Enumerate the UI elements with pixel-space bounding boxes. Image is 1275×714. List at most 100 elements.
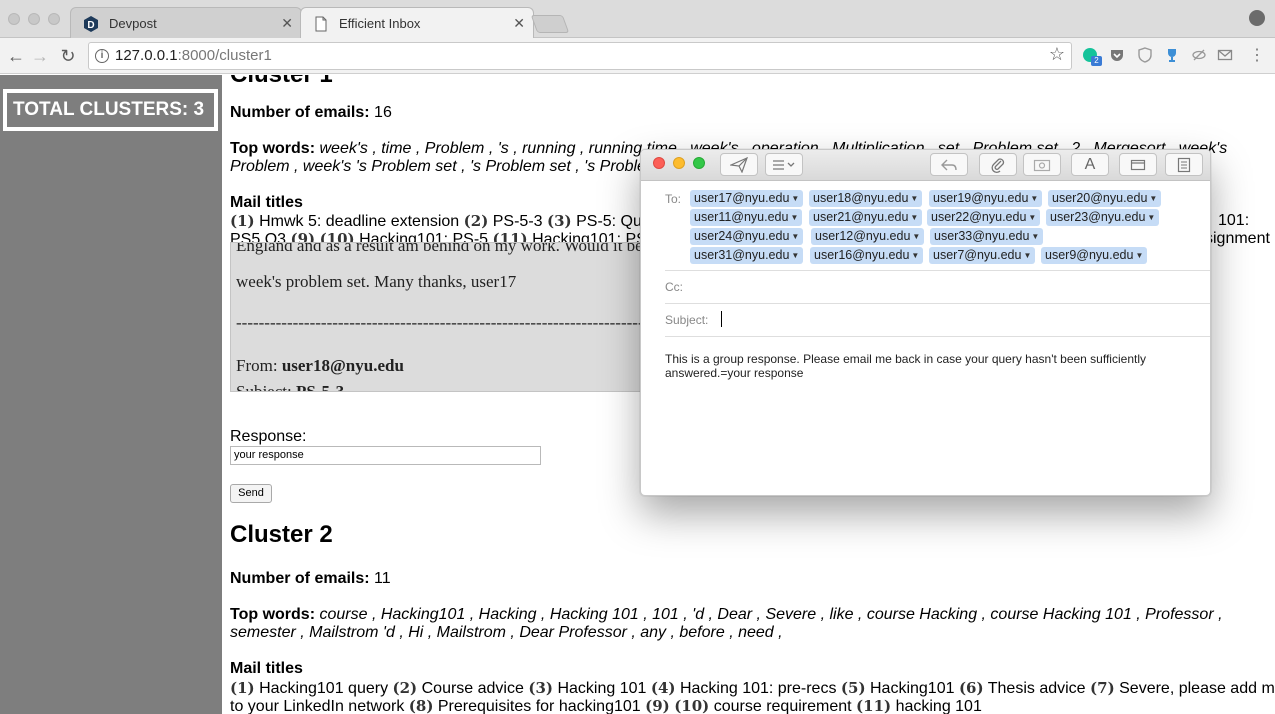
grammarly-extension-icon[interactable]: 2: [1082, 47, 1102, 66]
response-label: Response:: [230, 428, 307, 445]
shield-icon[interactable]: [1136, 47, 1154, 65]
mail-title-link[interactable]: Thesis advice: [988, 680, 1086, 697]
window-icon[interactable]: [1119, 153, 1157, 176]
mail-title-link[interactable]: to your LinkedIn network: [230, 698, 404, 714]
recipient-chip[interactable]: user21@nyu.edu ▼: [809, 209, 923, 226]
window-close-light[interactable]: [8, 13, 20, 25]
divider: [665, 303, 1210, 304]
mail-title-link[interactable]: Hacking101: [870, 680, 955, 697]
mail-title-link[interactable]: Hacking 101: [557, 680, 646, 697]
mail-title-link[interactable]: course requirement: [714, 698, 852, 714]
compose-zoom-light[interactable]: [693, 157, 705, 169]
sidebar: TOTAL CLUSTERS: 3: [0, 75, 222, 714]
cc-field[interactable]: [701, 274, 1191, 300]
recipient-chip[interactable]: user18@nyu.edu ▼: [809, 190, 923, 207]
browser-toolbar: ← → ↻ i 127.0.0.1:8000/cluster1 ☆ 2 ⋮: [0, 38, 1275, 74]
chevron-down-icon: ▼: [1031, 232, 1040, 241]
email-subject: Subject: PS-5-3: [236, 382, 345, 392]
close-tab-icon[interactable]: ✕: [281, 8, 293, 39]
mail-title-link[interactable]: PS-5-3: [493, 213, 543, 230]
tab-efficient-inbox[interactable]: Efficient Inbox ✕: [300, 7, 534, 39]
forward-icon[interactable]: →: [28, 44, 52, 68]
bookmark-star-icon[interactable]: ☆: [1049, 44, 1065, 65]
mail-title-link[interactable]: hacking 101: [896, 698, 982, 714]
reload-icon[interactable]: ↻: [56, 44, 80, 68]
mail-title-link[interactable]: Severe, please add me: [1119, 680, 1275, 697]
send-button[interactable]: Send: [230, 484, 272, 503]
reply-icon[interactable]: [930, 153, 968, 176]
tab-title: Efficient Inbox: [339, 16, 421, 31]
mail-title-link[interactable]: Hacking 101: pre-recs: [680, 680, 837, 697]
chevron-down-icon: ▼: [791, 232, 800, 241]
recipient-chip[interactable]: user22@nyu.edu ▼: [927, 209, 1041, 226]
cluster1-email-count: Number of emails: 16: [230, 104, 392, 121]
mail-title-link[interactable]: Hmwk 5: deadline extension: [259, 213, 459, 230]
recipient-chip[interactable]: user19@nyu.edu ▼: [929, 190, 1043, 207]
new-tab-button[interactable]: [530, 15, 570, 33]
svg-text:D: D: [87, 20, 94, 31]
chevron-down-icon: ▼: [790, 213, 799, 222]
subject-label: Subject:: [665, 313, 709, 327]
recipient-chip[interactable]: user23@nyu.edu ▼: [1046, 209, 1160, 226]
body-line: This is a group response. Please email m…: [665, 352, 1146, 366]
cluster2-titles-row-1: (1) Hacking101 query (2) Course advice (…: [230, 679, 1275, 698]
mail-compose-window: A To: user17@nyu.edu ▼ user18@nyu.edu ▼ us…: [640, 149, 1211, 496]
chevron-down-icon: ▼: [1023, 251, 1032, 260]
cluster2-titles-row-2: to your LinkedIn network (8) Prerequisit…: [230, 697, 982, 714]
attachment-icon[interactable]: [979, 153, 1017, 176]
document-icon: [315, 16, 327, 32]
cluster1-titles-row-1: (1) Hmwk 5: deadline extension (2) PS-5-…: [230, 212, 685, 230]
compose-close-light[interactable]: [653, 157, 665, 169]
devpost-icon: D: [84, 16, 98, 32]
profile-icon[interactable]: [1249, 10, 1265, 26]
email-body-line: week's problem set. Many thanks, user17: [236, 272, 517, 291]
info-icon[interactable]: i: [95, 49, 109, 63]
tab-title: Devpost: [109, 16, 157, 31]
url-text[interactable]: 127.0.0.1:8000/cluster1: [115, 43, 272, 69]
cluster2-mail-titles-label: Mail titles: [230, 660, 303, 677]
recipient-chip[interactable]: user33@nyu.edu ▼: [930, 228, 1044, 245]
recipient-chip[interactable]: user17@nyu.edu ▼: [690, 190, 804, 207]
eye-slash-icon[interactable]: [1190, 47, 1208, 65]
chevron-down-icon: ▼: [911, 251, 920, 260]
window-zoom-light[interactable]: [48, 13, 60, 25]
chevron-down-icon: ▼: [791, 251, 800, 260]
chevron-down-icon: ▼: [1149, 194, 1158, 203]
mail-title-link[interactable]: Course advice: [422, 680, 524, 697]
mail-title-link[interactable]: Prerequisites for hacking101: [438, 698, 641, 714]
recipient-chip[interactable]: user7@nyu.edu ▼: [929, 247, 1036, 264]
recipient-chip[interactable]: user24@nyu.edu ▼: [690, 228, 804, 245]
response-input[interactable]: your response: [230, 446, 541, 465]
pocket-icon[interactable]: [1108, 47, 1126, 65]
mail-icon[interactable]: [1216, 47, 1234, 65]
email-preview-box[interactable]: England and as a result am behind on my …: [230, 242, 650, 392]
recipient-chip[interactable]: user12@nyu.edu ▼: [811, 228, 925, 245]
recipient-chip[interactable]: user9@nyu.edu ▼: [1041, 247, 1148, 264]
recipient-chip[interactable]: user16@nyu.edu ▼: [810, 247, 924, 264]
recipient-chip[interactable]: user20@nyu.edu ▼: [1048, 190, 1162, 207]
compose-body[interactable]: This is a group response. Please email m…: [665, 352, 1185, 380]
cluster1-mail-titles-label: Mail titles: [230, 194, 303, 211]
trophy-icon[interactable]: [1163, 47, 1181, 65]
font-format-icon[interactable]: A: [1071, 153, 1109, 176]
chevron-down-icon: ▼: [910, 213, 919, 222]
send-icon[interactable]: [720, 153, 758, 176]
close-tab-icon[interactable]: ✕: [513, 8, 525, 39]
window-minimize-light[interactable]: [28, 13, 40, 25]
cluster1-titles-row-1-tail: 101:: [1218, 212, 1250, 229]
cluster2-email-count: Number of emails: 11: [230, 570, 391, 587]
list-options-icon[interactable]: [765, 153, 803, 176]
address-bar[interactable]: i 127.0.0.1:8000/cluster1 ☆: [88, 42, 1072, 70]
notes-icon[interactable]: [1165, 153, 1203, 176]
menu-kebab-icon[interactable]: ⋮: [1248, 47, 1266, 65]
insert-photo-icon[interactable]: [1023, 153, 1061, 176]
recipient-chip[interactable]: user31@nyu.edu ▼: [690, 247, 804, 264]
mail-title-link[interactable]: Hacking101 query: [259, 680, 388, 697]
cluster1-heading: Cluster 1: [230, 75, 333, 89]
compose-minimize-light[interactable]: [673, 157, 685, 169]
chevron-down-icon: ▼: [1028, 213, 1037, 222]
back-icon[interactable]: ←: [4, 44, 28, 68]
tab-devpost[interactable]: D Devpost ✕: [70, 7, 302, 38]
subject-field[interactable]: [719, 307, 1189, 333]
recipient-chip[interactable]: user11@nyu.edu ▼: [690, 209, 803, 226]
